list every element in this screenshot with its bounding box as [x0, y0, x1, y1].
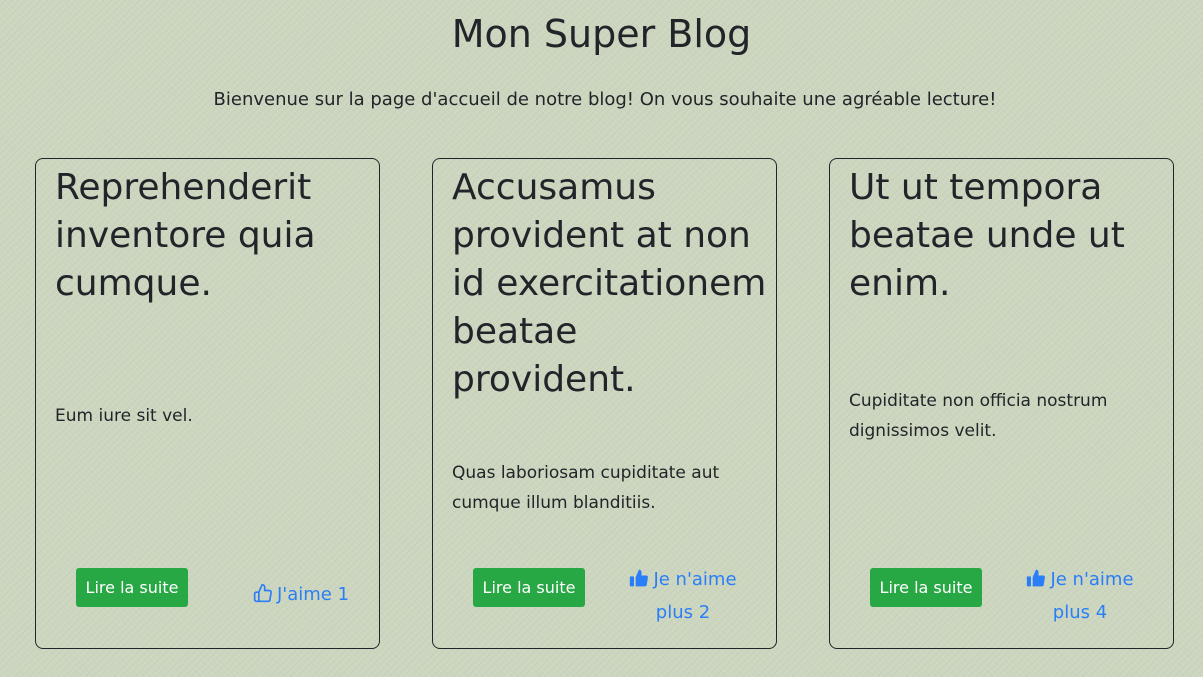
- page-title: Mon Super Blog: [451, 12, 752, 56]
- post-excerpt: Cupiditate non officia nostrum dignissim…: [849, 391, 1108, 441]
- like-link[interactable]: J'aime 1: [231, 580, 371, 613]
- thumbs-up-outline-icon: [253, 583, 273, 613]
- unlike-link[interactable]: Je n'aime plus 4: [1015, 565, 1145, 628]
- like-label: Je n'aime plus 2: [653, 569, 737, 623]
- like-label: Je n'aime plus 4: [1050, 569, 1134, 623]
- like-label: J'aime 1: [276, 584, 350, 605]
- thumbs-up-filled-icon: [629, 568, 649, 598]
- post-card: Ut ut tempora beatae unde ut enim. Cupid…: [829, 158, 1174, 649]
- read-more-button[interactable]: Lire la suite: [870, 568, 982, 607]
- post-title: Reprehenderit inventore quia cumque.: [55, 167, 316, 304]
- unlike-link[interactable]: Je n'aime plus 2: [618, 565, 748, 628]
- page-subtitle: Bienvenue sur la page d'accueil de notre…: [213, 89, 997, 110]
- post-title: Ut ut tempora beatae unde ut enim.: [849, 167, 1125, 304]
- post-card: Accusamus provident at non id exercitati…: [432, 158, 777, 649]
- thumbs-up-filled-icon: [1026, 568, 1046, 598]
- read-more-button[interactable]: Lire la suite: [76, 568, 188, 607]
- post-excerpt: Eum iure sit vel.: [55, 406, 193, 426]
- read-more-button[interactable]: Lire la suite: [473, 568, 585, 607]
- post-card: Reprehenderit inventore quia cumque. Eum…: [35, 158, 380, 649]
- post-excerpt: Quas laboriosam cupiditate aut cumque il…: [452, 463, 720, 513]
- post-title: Accusamus provident at non id exercitati…: [452, 167, 767, 400]
